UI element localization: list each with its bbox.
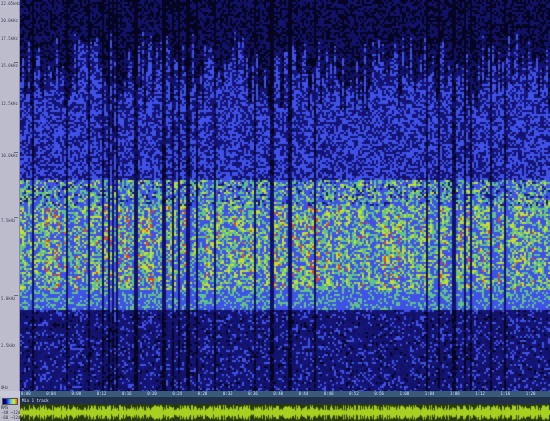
freq-tick-label: 5.0kHz [1,296,16,301]
freq-tick-label: 15.0kHz [1,63,18,68]
frequency-axis: 22.05kHz 20.0kHz 17.5kHz 15.0kHz 12.5kHz… [0,0,20,391]
freq-tick-mark [14,152,18,153]
freq-tick-label: 10.0kHz [1,153,18,158]
freq-tick-mark [14,217,18,218]
legend-panel: RMS -48 ~12dB -60 ~12dB [0,397,23,421]
freq-tick-label: 17.5kHz [1,36,18,41]
spectrogram-window: 22.05kHz 20.0kHz 17.5kHz 15.0kHz 12.5kHz… [0,0,550,421]
spectrogram-display[interactable] [20,0,550,391]
track-header[interactable]: Mix 1 track [20,397,550,404]
freq-tick-mark [14,295,18,296]
track-name: Mix 1 track [22,398,49,403]
freq-tick-mark [14,62,18,63]
freq-tick-label: 12.5kHz [1,101,18,106]
freq-tick-label: 7.5kHz [1,218,16,223]
freq-tick-label: 0Hz [1,385,9,390]
waveform-display[interactable] [20,404,550,421]
freq-tick-label: 2.5kHz [1,343,16,348]
freq-tick-label: 20.0kHz [1,18,18,23]
waveform-track[interactable]: Mix 1 track [20,397,550,421]
freq-tick-label: 22.05kHz [1,1,21,6]
gradient-legend-icon [2,398,18,405]
